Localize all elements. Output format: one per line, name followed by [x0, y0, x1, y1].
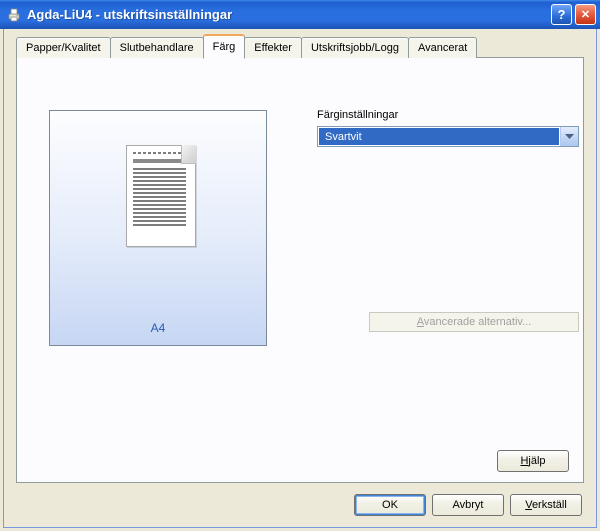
button-label: OK	[382, 499, 398, 511]
page-thumbnail	[126, 145, 196, 247]
apply-button[interactable]: Verkställ	[510, 494, 582, 516]
help-button[interactable]: Hjälp	[497, 450, 569, 472]
close-icon: ✕	[581, 8, 590, 21]
paper-size-label: A4	[50, 321, 266, 335]
mnemonic: V	[525, 499, 532, 511]
color-settings-label: Färginställningar	[317, 109, 398, 121]
titlebar-close-button[interactable]: ✕	[575, 4, 596, 25]
tab-label: Effekter	[254, 42, 292, 54]
tab-label: Utskriftsjobb/Logg	[311, 42, 399, 54]
dialog-body: Papper/Kvalitet Slutbehandlare Färg Effe…	[3, 29, 597, 528]
page-curl-icon	[181, 145, 196, 164]
tab-effects[interactable]: Effekter	[244, 37, 302, 58]
groupbox-title: Färginställningar	[317, 109, 398, 121]
tab-color[interactable]: Färg	[203, 34, 246, 59]
button-label-rest: vancerade alternativ...	[424, 316, 531, 328]
printer-icon	[6, 7, 22, 23]
advanced-options-button: Avancerade alternativ...	[369, 312, 579, 332]
tab-label: Avancerat	[418, 42, 467, 54]
tab-strip: Papper/Kvalitet Slutbehandlare Färg Effe…	[16, 36, 584, 58]
tab-label: Papper/Kvalitet	[26, 42, 101, 54]
tab-label: Färg	[213, 41, 236, 53]
chevron-down-icon[interactable]	[560, 127, 578, 146]
tab-paper-quality[interactable]: Papper/Kvalitet	[16, 37, 111, 58]
titlebar-help-button[interactable]: ?	[551, 4, 572, 25]
cancel-button[interactable]: Avbryt	[432, 494, 504, 516]
tab-advanced[interactable]: Avancerat	[408, 37, 477, 58]
button-label: Avbryt	[453, 499, 484, 511]
tab-label: Slutbehandlare	[120, 42, 194, 54]
button-label-rest: jälp	[528, 455, 545, 467]
dialog-button-row: OK Avbryt Verkställ	[354, 494, 582, 516]
color-mode-combobox[interactable]: Svartvit	[317, 126, 579, 147]
window-title: Agda-LiU4 - utskriftsinställningar	[27, 7, 548, 22]
title-bar: Agda-LiU4 - utskriftsinställningar ? ✕	[0, 0, 600, 29]
tab-finisher[interactable]: Slutbehandlare	[110, 37, 204, 58]
page-preview: A4	[49, 110, 267, 346]
button-label-rest: erkställ	[532, 499, 567, 511]
tab-panel-color: A4 Färginställningar Svartvit Avancerade…	[16, 57, 584, 483]
tab-print-jobs-log[interactable]: Utskriftsjobb/Logg	[301, 37, 409, 58]
color-mode-selected: Svartvit	[319, 128, 559, 145]
help-icon: ?	[558, 7, 566, 22]
ok-button[interactable]: OK	[354, 494, 426, 516]
mnemonic: A	[417, 316, 424, 328]
